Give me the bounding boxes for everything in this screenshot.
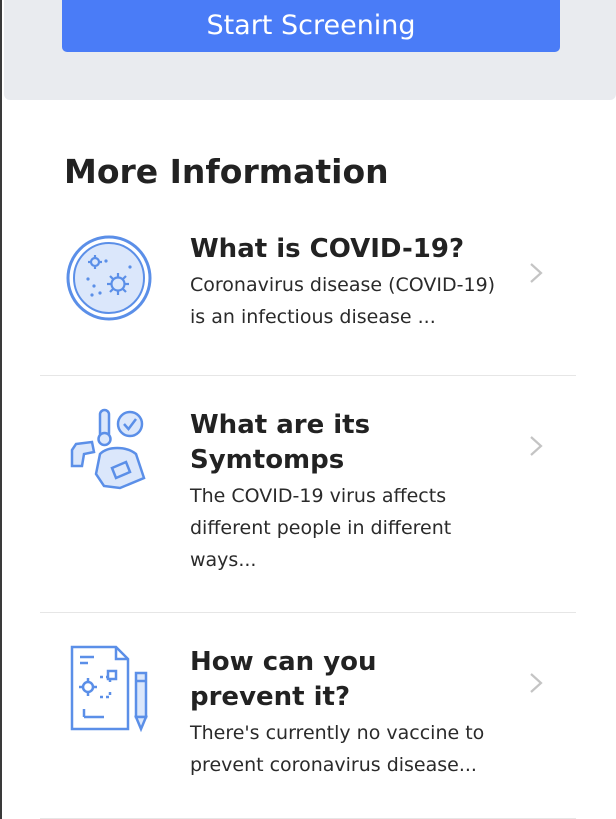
prevention-plan-icon: [70, 645, 148, 733]
item-title: What are its Symtomps: [190, 410, 371, 475]
item-description: There's currently no vaccine to prevent …: [190, 722, 485, 776]
chevron-right-icon: [530, 673, 543, 693]
screening-panel: Start Screening: [4, 0, 616, 100]
virus-petri-dish-icon: [66, 235, 152, 321]
section-title: More Information: [64, 152, 389, 191]
info-item-prevention[interactable]: How can you prevent it? There's currentl…: [40, 613, 576, 819]
item-description: Coronavirus disease (COVID-19) is an inf…: [190, 274, 496, 328]
chevron-right-icon: [530, 263, 543, 283]
item-description: The COVID-19 virus affects different peo…: [190, 485, 452, 571]
info-item-symptoms[interactable]: What are its Symtomps The COVID-19 virus…: [40, 376, 576, 613]
info-item-what-is-covid[interactable]: What is COVID-19? Coronavirus disease (C…: [40, 210, 576, 376]
start-screening-button[interactable]: Start Screening: [62, 0, 560, 52]
item-title: How can you prevent it?: [190, 647, 377, 712]
fever-thermometer-icon: [70, 408, 146, 490]
app-frame: Start Screening More Information What is…: [0, 0, 616, 819]
item-title: What is COVID-19?: [190, 234, 465, 264]
chevron-right-icon: [530, 436, 543, 456]
